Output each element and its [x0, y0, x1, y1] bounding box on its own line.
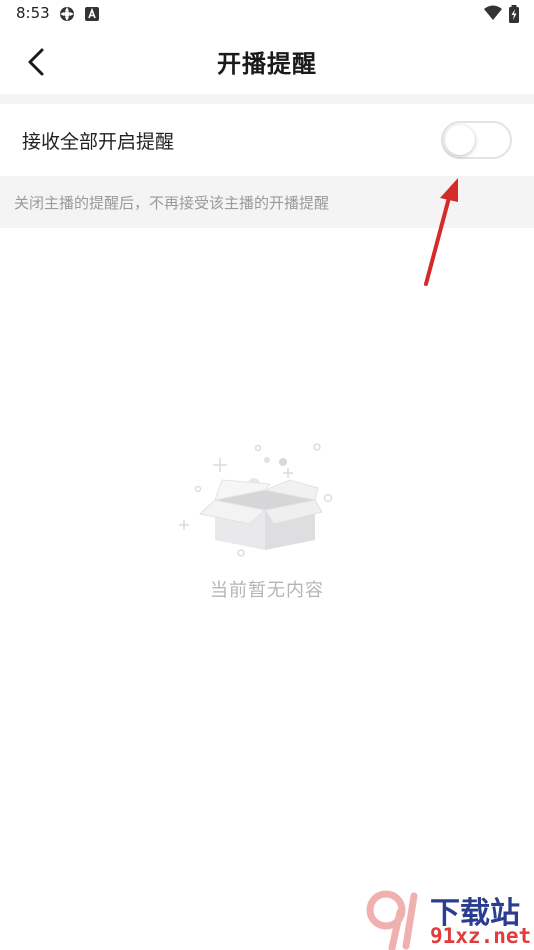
status-time: 8:53: [16, 4, 50, 22]
empty-box-illustration: [179, 443, 333, 557]
watermark-url: 91xz.net: [430, 924, 532, 948]
annotation-arrow-icon: [424, 178, 458, 286]
battery-icon: [508, 5, 520, 27]
setting-row-receive-all-reminders: 接收全部开启提醒: [0, 104, 534, 176]
watermark-91-icon: [366, 890, 418, 950]
empty-state-text: 当前暂无内容: [210, 580, 324, 601]
top-app-bar: 开播提醒: [0, 28, 534, 94]
app-a-icon: [84, 5, 100, 27]
app-shield-icon: [58, 5, 76, 27]
toggle-knob: [445, 125, 475, 155]
section-divider: [0, 94, 534, 104]
receive-all-reminders-toggle[interactable]: [441, 121, 512, 159]
hint-text: 关闭主播的提醒后，不再接受该主播的开播提醒: [14, 194, 330, 212]
status-bar: 8:53: [0, 0, 534, 28]
wifi-icon: [484, 5, 502, 25]
setting-label: 接收全部开启提醒: [22, 131, 175, 153]
watermark-logo: 下载站 91xz.net: [362, 888, 534, 950]
page-title: 开播提醒: [217, 50, 317, 78]
